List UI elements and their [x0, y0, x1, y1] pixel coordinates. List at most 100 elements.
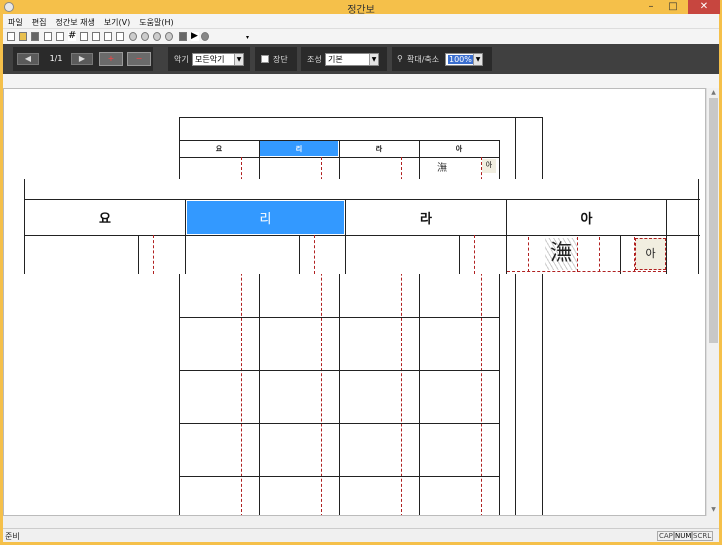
- fast-forward-icon[interactable]: [165, 32, 173, 41]
- beat-divider: [599, 237, 600, 272]
- jangdan-group: 장단: [255, 47, 297, 71]
- new-icon[interactable]: [7, 32, 15, 41]
- status-text: 준비: [5, 532, 20, 541]
- small-note-text-cell[interactable]: 아: [635, 238, 666, 270]
- scrollbar-thumb[interactable]: [709, 98, 718, 343]
- page-indicator: 1/1: [49, 54, 63, 63]
- vertical-scrollbar[interactable]: ▲ ▼: [706, 88, 719, 516]
- zoom-value: 100%: [448, 55, 473, 64]
- grid-line: [179, 317, 499, 318]
- grid-line: [179, 476, 499, 477]
- stop-square-icon[interactable]: [179, 32, 187, 41]
- jangdan-label: 장단: [273, 55, 288, 64]
- minimize-button[interactable]: –: [640, 0, 662, 14]
- menu-playback[interactable]: 정간보 재생: [50, 14, 98, 28]
- menu-view[interactable]: 보기(V): [99, 14, 134, 28]
- header-cell-ra[interactable]: 라: [346, 208, 506, 227]
- rewind-icon[interactable]: [141, 32, 149, 41]
- add-page-label: +: [107, 54, 115, 63]
- jangdan-checkbox[interactable]: [261, 55, 269, 63]
- menu-bar: 파일 편집 정간보 재생 보기(V) 도움말(H): [3, 14, 719, 29]
- sheet-border: [542, 117, 543, 515]
- horizontal-gap: [3, 516, 719, 528]
- overlay-border: [24, 179, 25, 199]
- chevron-down-icon: ▼: [234, 54, 243, 65]
- help-icon[interactable]: [201, 32, 209, 41]
- small-header-cell[interactable]: 라: [339, 144, 419, 154]
- title-bar: 정간보 – □ ✕: [0, 0, 722, 16]
- add-page-button[interactable]: +: [99, 52, 123, 66]
- overlay-grid-line: [698, 199, 699, 274]
- grid-line: [179, 370, 499, 371]
- menu-file[interactable]: 파일: [3, 14, 27, 28]
- scrl-indicator: SCRL: [691, 531, 714, 541]
- scale-group: 조성 기본 ▼: [301, 47, 387, 71]
- small-note-cell[interactable]: 아: [482, 159, 496, 173]
- sheet-border: [179, 117, 543, 118]
- beat-divider: [314, 235, 315, 274]
- print-preview-icon[interactable]: [56, 32, 64, 41]
- magnifier-icon: ⚲: [397, 54, 403, 63]
- zoom-group: ⚲ 확대/축소 100% ▼: [392, 47, 492, 71]
- cut-icon[interactable]: [80, 32, 88, 41]
- zoom-select[interactable]: 100% ▼: [445, 53, 483, 66]
- grid-line: [179, 423, 499, 424]
- menu-edit[interactable]: 편집: [27, 14, 51, 28]
- undo-icon[interactable]: [116, 32, 124, 41]
- scroll-down-icon[interactable]: ▼: [709, 506, 718, 514]
- icon-toolbar: # ▶ ▾: [3, 29, 253, 44]
- status-bar: 준비 CAP NUM SCRL: [3, 528, 719, 542]
- stop-icon[interactable]: [153, 32, 161, 41]
- maximize-button[interactable]: □: [662, 0, 684, 14]
- zoom-label: 확대/축소: [407, 55, 440, 64]
- small-note-glyph: 潕: [437, 163, 447, 174]
- note-glyph-cell[interactable]: 潕: [545, 238, 577, 270]
- header-cell-a[interactable]: 아: [507, 208, 666, 227]
- overlay-grid-line: [138, 235, 139, 274]
- menu-help[interactable]: 도움말(H): [134, 14, 177, 28]
- overlay-grid-line: [24, 235, 700, 236]
- sheet-border: [515, 117, 516, 515]
- beat-divider: [474, 235, 475, 274]
- beat-divider: [528, 237, 529, 272]
- instrument-select[interactable]: 모든악기 ▼: [192, 53, 244, 66]
- small-header-cell: 리: [295, 145, 303, 153]
- instrument-label: 악기: [174, 55, 189, 64]
- beat-divider: [507, 271, 666, 272]
- overlay-grid-line: [185, 199, 186, 274]
- small-header-cell[interactable]: 요: [179, 144, 259, 154]
- control-bar: ◀ 1/1 ▶ + − 악기 모든악기 ▼ 장단 조성 기본 ▼ ⚲ 확대/축소 1…: [3, 44, 719, 74]
- chevron-down-icon: ▼: [369, 54, 378, 65]
- toolbar-dropdown-icon[interactable]: ▾: [246, 34, 249, 41]
- instrument-value: 모든악기: [195, 55, 225, 64]
- print-icon[interactable]: [44, 32, 52, 41]
- header-cell-ri: 리: [259, 212, 272, 227]
- next-page-button[interactable]: ▶: [71, 53, 93, 65]
- overlay-grid-line: [620, 235, 621, 274]
- remove-page-label: −: [135, 54, 143, 63]
- app-window: 정간보 – □ ✕ 파일 편집 정간보 재생 보기(V) 도움말(H) # ▶ ▾ ◀ …: [0, 0, 722, 545]
- remove-page-button[interactable]: −: [127, 52, 151, 66]
- prev-page-button[interactable]: ◀: [17, 53, 39, 65]
- header-cell-yo[interactable]: 요: [25, 208, 185, 227]
- scale-value: 기본: [328, 55, 343, 64]
- copy-icon[interactable]: [92, 32, 100, 41]
- scroll-up-icon[interactable]: ▲: [709, 89, 718, 97]
- beat-divider: [577, 237, 578, 272]
- chevron-down-icon: ▼: [473, 54, 482, 65]
- score-canvas[interactable]: 요 리 라 아 潕 아 요 리 라 아 潕 아: [3, 88, 706, 516]
- save-icon[interactable]: [31, 32, 39, 41]
- paste-icon[interactable]: [104, 32, 112, 41]
- small-header-cell[interactable]: 아: [419, 144, 499, 154]
- content-header-strip: [3, 74, 719, 88]
- overlay-grid-line: [666, 199, 667, 274]
- play-icon[interactable]: ▶: [191, 32, 199, 41]
- scale-select[interactable]: 기본 ▼: [325, 53, 379, 66]
- open-icon[interactable]: [19, 32, 27, 41]
- overlay-border: [698, 179, 699, 199]
- close-button[interactable]: ✕: [688, 0, 720, 14]
- page-navigation-group: ◀ 1/1 ▶ + −: [13, 47, 153, 71]
- overlay-grid-line: [459, 235, 460, 274]
- record-icon[interactable]: [129, 32, 137, 41]
- grid-icon[interactable]: #: [68, 31, 76, 41]
